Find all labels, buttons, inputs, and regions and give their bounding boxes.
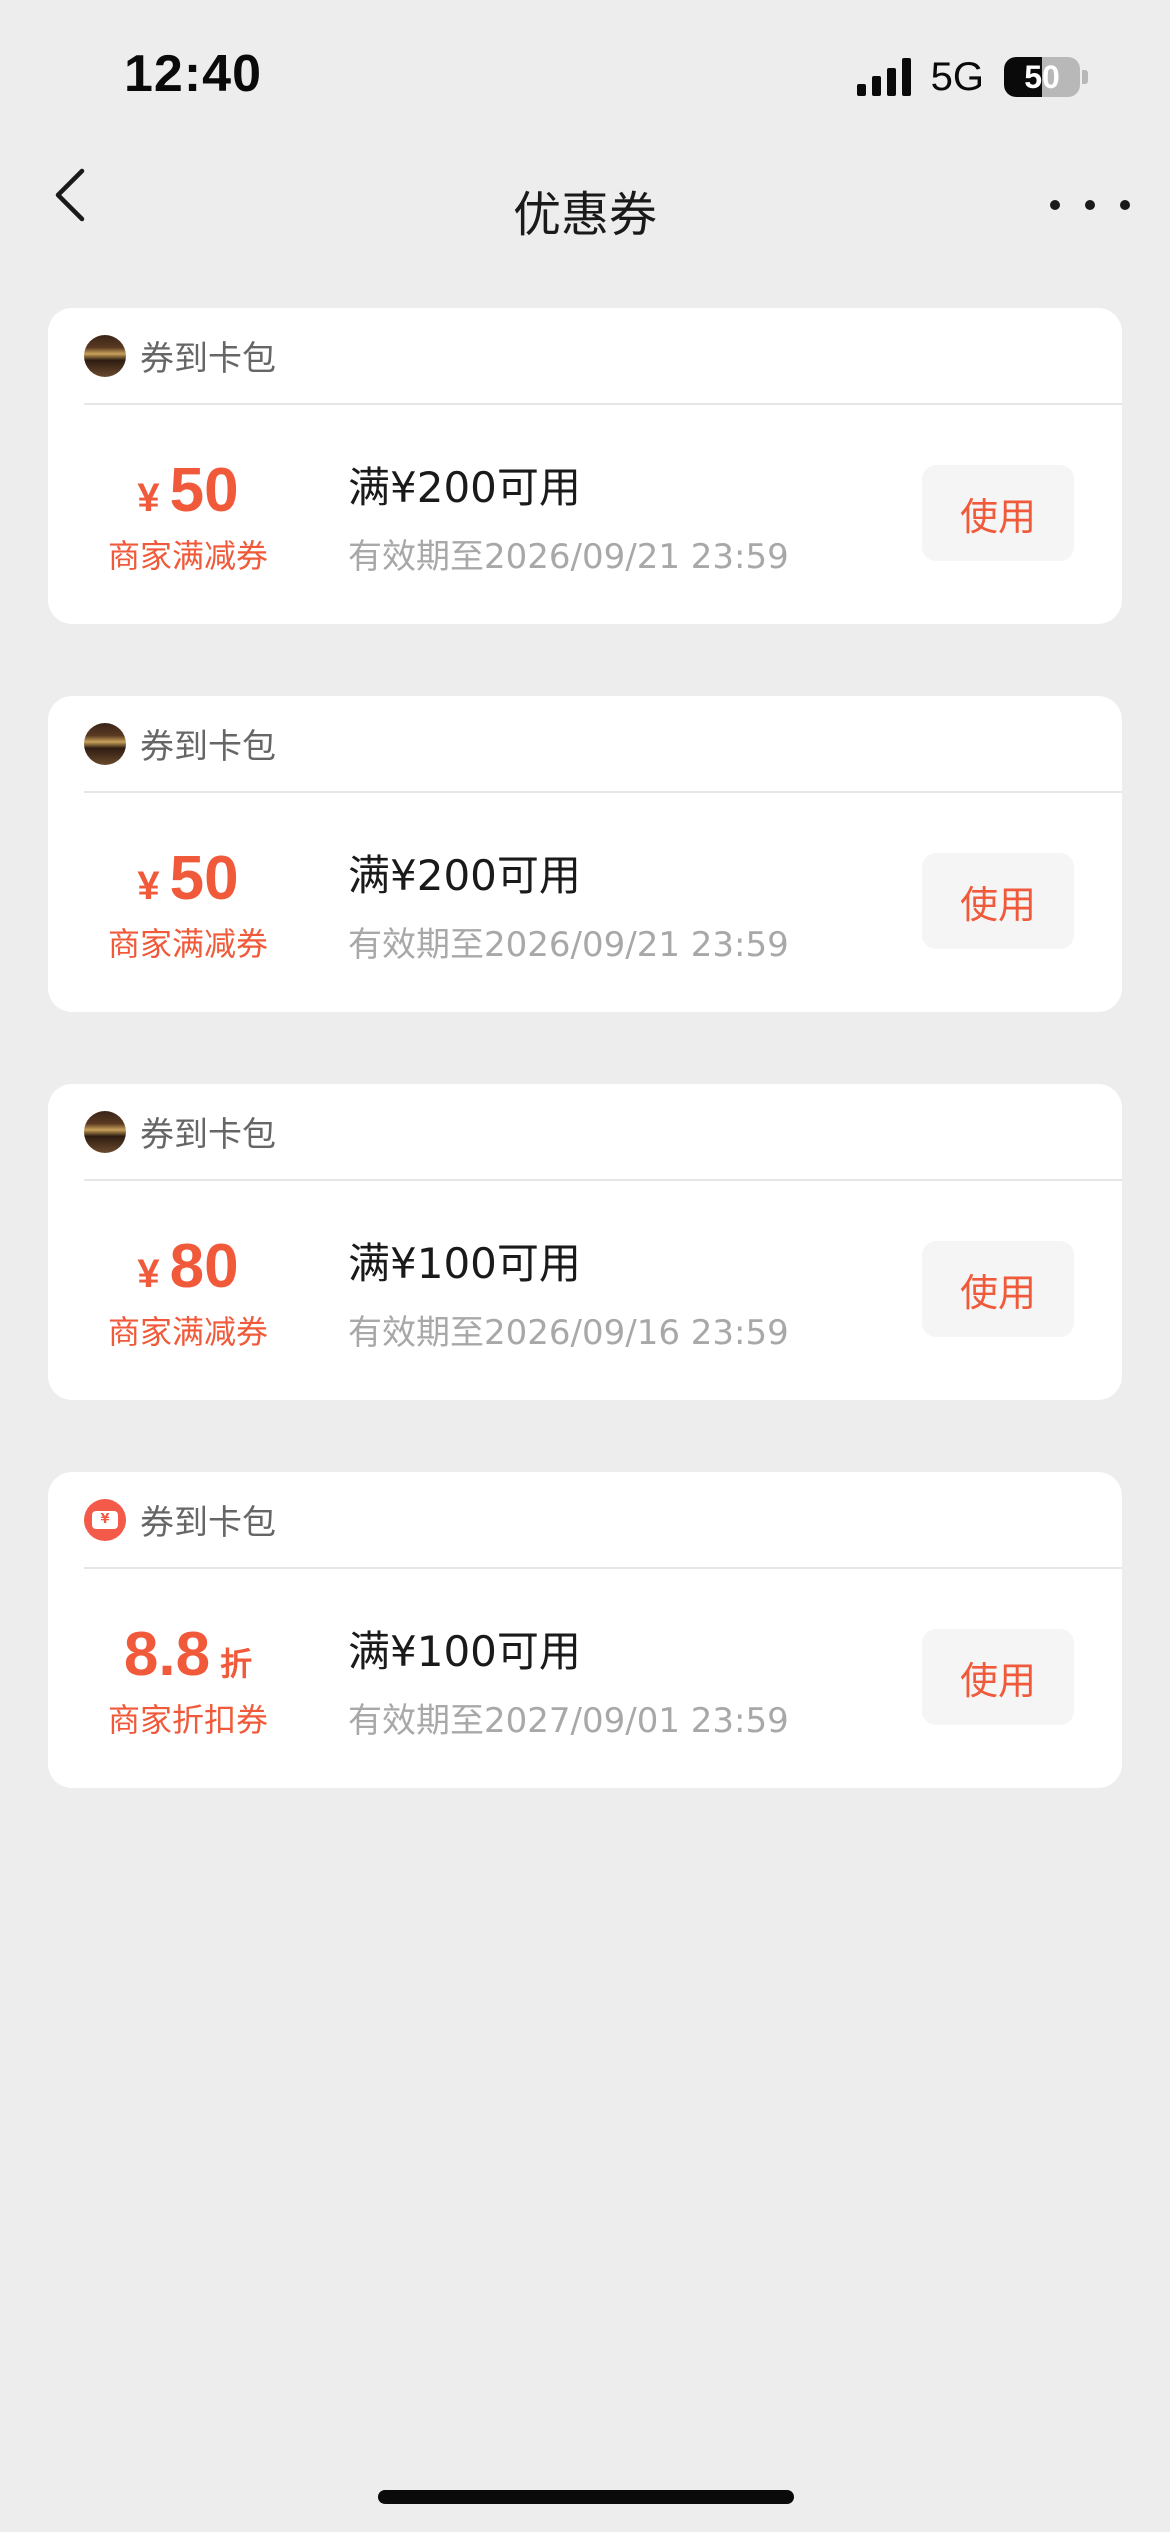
card-source: 券到卡包 xyxy=(140,1503,276,1543)
coupon-card: 券到卡包 ¥ 80 商家满减券 满¥100可用 有效期至2026/09/16 2… xyxy=(48,1084,1122,1400)
coupon-condition: 满¥100可用 xyxy=(348,1239,581,1288)
use-button[interactable]: 使用 xyxy=(922,465,1074,561)
coupon-type: 商家折扣券 xyxy=(107,1701,268,1739)
coupon-condition: 满¥100可用 xyxy=(348,1627,581,1676)
card-body: ¥ 50 商家满减券 满¥200可用 有效期至2026/09/21 23:59 … xyxy=(48,405,1122,624)
amount-block: ¥ 80 商家满减券 xyxy=(48,1231,328,1353)
card-header: 券到卡包 xyxy=(84,308,1122,405)
coupon-type: 商家满减券 xyxy=(107,1313,268,1351)
amount-block: ¥ 50 商家满减券 xyxy=(48,455,328,577)
status-time: 12:40 xyxy=(124,45,262,103)
nav-bar: 优惠券 xyxy=(0,150,1170,270)
status-bar: 12:40 5G 50 xyxy=(0,0,1170,150)
store-avatar xyxy=(84,1110,126,1153)
coupon-card: 券到卡包 ¥ 50 商家满减券 满¥200可用 有效期至2026/09/21 2… xyxy=(48,308,1122,624)
coupon-type: 商家满减券 xyxy=(107,537,268,575)
use-button[interactable]: 使用 xyxy=(922,1629,1074,1725)
currency-symbol: ¥ xyxy=(137,1252,160,1296)
coupon-card: 券到卡包 ¥ 50 商家满减券 满¥200可用 有效期至2026/09/21 2… xyxy=(48,696,1122,1012)
currency-symbol: ¥ xyxy=(137,476,160,520)
coupon-condition: 满¥200可用 xyxy=(348,851,581,900)
coupon-details: 满¥200可用 有效期至2026/09/21 23:59 xyxy=(348,843,789,966)
amount-block: 8.8 折 商家折扣券 xyxy=(48,1619,328,1741)
coupon-list: 券到卡包 ¥ 50 商家满减券 满¥200可用 有效期至2026/09/21 2… xyxy=(48,308,1122,1860)
currency-symbol: ¥ xyxy=(137,864,160,908)
coupon-condition: 满¥200可用 xyxy=(348,463,581,512)
card-source: 券到卡包 xyxy=(140,339,276,379)
coupon-validity: 有效期至2026/09/21 23:59 xyxy=(348,925,789,965)
status-indicators: 5G 50 xyxy=(856,52,1088,102)
card-header: 券到卡包 xyxy=(84,696,1122,793)
ellipsis-icon xyxy=(1050,200,1060,210)
coupon-amount: 50 xyxy=(169,844,239,913)
coupon-card: ¥ 券到卡包 8.8 折 商家折扣券 满¥100可用 有效期至2027/09/0… xyxy=(48,1472,1122,1788)
coupon-details: 满¥100可用 有效期至2026/09/16 23:59 xyxy=(348,1231,789,1354)
coupon-validity: 有效期至2026/09/16 23:59 xyxy=(348,1313,789,1353)
coupon-wallet-icon: ¥ xyxy=(84,1498,126,1541)
store-avatar xyxy=(84,334,126,377)
discount-unit: 折 xyxy=(220,1645,253,1683)
page-title: 优惠券 xyxy=(512,187,657,243)
store-avatar xyxy=(84,722,126,765)
card-source: 券到卡包 xyxy=(140,1115,276,1155)
card-header: ¥ 券到卡包 xyxy=(84,1472,1122,1569)
signal-icon xyxy=(856,58,911,96)
battery-icon: 50 xyxy=(1004,57,1080,97)
amount-block: ¥ 50 商家满减券 xyxy=(48,843,328,965)
battery-level: 50 xyxy=(1024,58,1060,95)
use-button[interactable]: 使用 xyxy=(922,1241,1074,1337)
coupon-validity: 有效期至2027/09/01 23:59 xyxy=(348,1701,789,1741)
network-label: 5G xyxy=(930,54,984,99)
coupon-validity: 有效期至2026/09/21 23:59 xyxy=(348,537,789,577)
card-body: ¥ 80 商家满减券 满¥100可用 有效期至2026/09/16 23:59 … xyxy=(48,1181,1122,1400)
more-button[interactable] xyxy=(1050,175,1130,235)
coupon-amount: 8.8 xyxy=(123,1620,211,1689)
coupon-type: 商家满减券 xyxy=(107,925,268,963)
card-header: 券到卡包 xyxy=(84,1084,1122,1181)
home-indicator[interactable] xyxy=(378,2490,794,2504)
use-button[interactable]: 使用 xyxy=(922,853,1074,949)
card-source: 券到卡包 xyxy=(140,727,276,767)
battery-cap xyxy=(1082,70,1088,84)
coupon-amount: 80 xyxy=(169,1232,239,1301)
coupon-details: 满¥200可用 有效期至2026/09/21 23:59 xyxy=(348,455,789,578)
coupon-amount: 50 xyxy=(169,456,239,525)
card-body: 8.8 折 商家折扣券 满¥100可用 有效期至2027/09/01 23:59… xyxy=(48,1569,1122,1788)
coupon-details: 满¥100可用 有效期至2027/09/01 23:59 xyxy=(348,1619,789,1742)
card-body: ¥ 50 商家满减券 满¥200可用 有效期至2026/09/21 23:59 … xyxy=(48,793,1122,1012)
